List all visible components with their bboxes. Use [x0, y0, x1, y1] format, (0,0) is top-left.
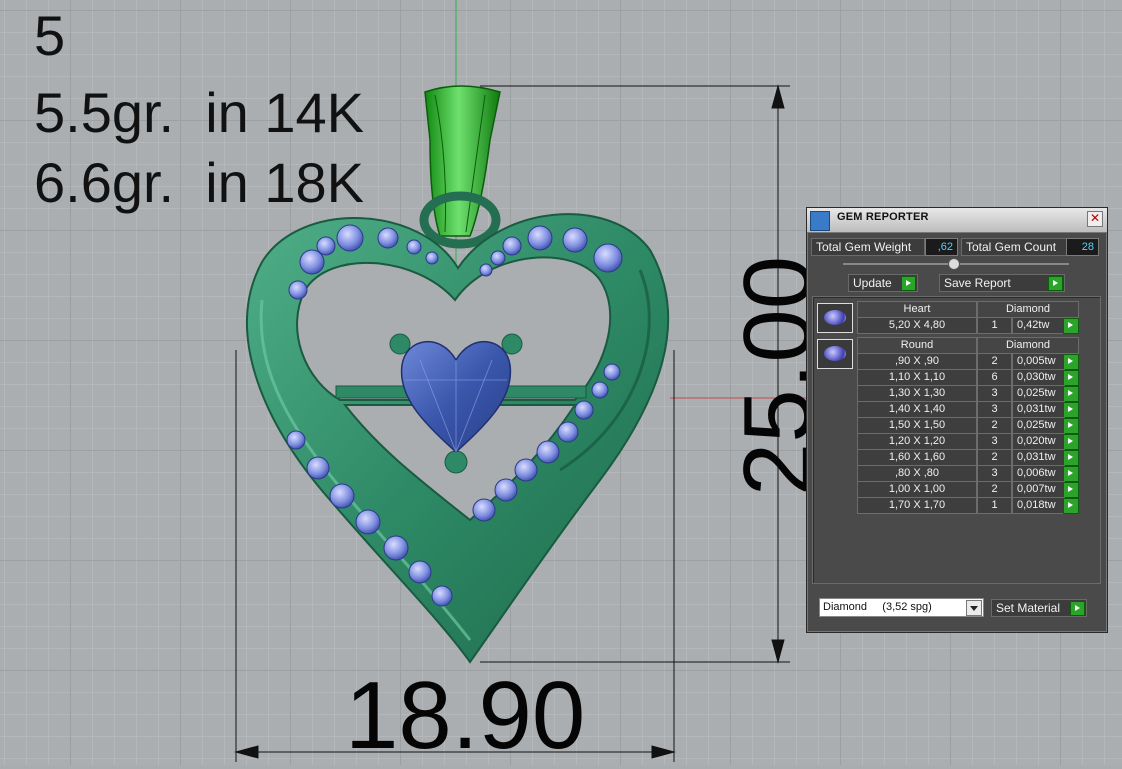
width-dimension: 18.90 — [345, 662, 586, 769]
chevron-down-icon[interactable] — [966, 600, 982, 616]
play-arrow-icon — [1048, 276, 1063, 291]
gem-weight-cell: 0,031tw — [1012, 449, 1065, 466]
gem-size-cell: 5,20 X 4,80 — [857, 317, 977, 334]
play-arrow-icon — [901, 276, 916, 291]
gem-size-cell: 1,60 X 1,60 — [857, 449, 977, 466]
set-material-button[interactable]: Set Material — [991, 599, 1087, 617]
gem-count-cell: 2 — [977, 417, 1012, 434]
weight-18k-label: 6.6gr. in 18K — [34, 151, 365, 214]
gem-weight-cell: 0,006tw — [1012, 465, 1065, 482]
gem-count-cell: 3 — [977, 465, 1012, 482]
gem-count-cell: 3 — [977, 385, 1012, 402]
gem-size-cell: 1,40 X 1,40 — [857, 401, 977, 418]
gem-count-cell: 2 — [977, 449, 1012, 466]
gem-count-cell: 3 — [977, 433, 1012, 450]
gem-weight-cell: 0,020tw — [1012, 433, 1065, 450]
gem-count-cell: 2 — [977, 481, 1012, 498]
gem-reporter-icon — [810, 211, 830, 231]
gem-size-cell: 1,50 X 1,50 — [857, 417, 977, 434]
gem-count-cell: 2 — [977, 353, 1012, 370]
gem-size-cell: 1,20 X 1,20 — [857, 433, 977, 450]
row-select-arrow-icon[interactable] — [1063, 498, 1079, 514]
total-gem-weight-value: ,62 — [925, 238, 958, 256]
panel-titlebar[interactable]: GEM REPORTER ✕ — [807, 208, 1107, 233]
bail — [419, 85, 501, 249]
gem-shape-header: Round — [857, 337, 977, 354]
gem-size-cell: 1,70 X 1,70 — [857, 497, 977, 514]
gem-weight-cell: 0,018tw — [1012, 497, 1065, 514]
total-gem-weight-label: Total Gem Weight — [811, 238, 925, 256]
gem-count-cell: 1 — [977, 497, 1012, 514]
weight-14k-label: 5.5gr. in 14K — [34, 81, 365, 144]
save-report-button[interactable]: Save Report — [939, 274, 1065, 292]
close-icon[interactable]: ✕ — [1087, 211, 1103, 227]
gem-weight-cell: 0,031tw — [1012, 401, 1065, 418]
gem-size-cell: 1,30 X 1,30 — [857, 385, 977, 402]
update-button[interactable]: Update — [848, 274, 918, 292]
slider-handle[interactable] — [948, 258, 960, 270]
gem-weight-cell: 0,42tw — [1012, 317, 1065, 334]
row-select-arrow-icon[interactable] — [1063, 370, 1079, 386]
gem-reporter-panel: GEM REPORTER ✕ Total Gem Weight ,62 Tota… — [806, 207, 1108, 633]
gem-shape — [824, 346, 846, 361]
material-select[interactable]: Diamond (3,52 spg) — [819, 598, 984, 617]
model-number: 5 — [34, 4, 66, 67]
panel-title: GEM REPORTER — [837, 211, 929, 223]
save-report-button-label: Save Report — [944, 276, 1011, 290]
gem-weight-cell: 0,025tw — [1012, 417, 1065, 434]
gem-weight-cell: 0,005tw — [1012, 353, 1065, 370]
gem-count-cell: 6 — [977, 369, 1012, 386]
gem-size-cell: ,90 X ,90 — [857, 353, 977, 370]
update-button-label: Update — [853, 276, 892, 290]
gem-list[interactable]: Heart Diamond 5,20 X 4,80 1 0,42tw Round Diamo… — [812, 296, 1101, 584]
total-gem-count-value: 28 — [1066, 238, 1099, 256]
gem-material-header: Diamond — [977, 301, 1079, 318]
gem-weight-cell: 0,030tw — [1012, 369, 1065, 386]
gem-count-cell: 1 — [977, 317, 1012, 334]
row-select-arrow-icon[interactable] — [1063, 466, 1079, 482]
round-gem-icon[interactable] — [817, 339, 853, 369]
gem-size-cell: 1,00 X 1,00 — [857, 481, 977, 498]
play-arrow-icon — [1070, 601, 1085, 616]
row-select-arrow-icon[interactable] — [1063, 386, 1079, 402]
row-select-arrow-icon[interactable] — [1063, 482, 1079, 498]
heart-gem-icon[interactable] — [817, 303, 853, 333]
row-select-arrow-icon[interactable] — [1063, 450, 1079, 466]
gem-weight-cell: 0,007tw — [1012, 481, 1065, 498]
row-select-arrow-icon[interactable] — [1063, 354, 1079, 370]
gem-weight-cell: 0,025tw — [1012, 385, 1065, 402]
gem-size-cell: 1,10 X 1,10 — [857, 369, 977, 386]
row-select-arrow-icon[interactable] — [1063, 418, 1079, 434]
row-select-arrow-icon[interactable] — [1063, 402, 1079, 418]
row-select-arrow-icon[interactable] — [1063, 318, 1079, 334]
gem-size-cell: ,80 X ,80 — [857, 465, 977, 482]
set-material-button-label: Set Material — [996, 601, 1061, 615]
gem-shape-header: Heart — [857, 301, 977, 318]
gem-material-header: Diamond — [977, 337, 1079, 354]
gem-count-cell: 3 — [977, 401, 1012, 418]
total-gem-count-label: Total Gem Count — [961, 238, 1067, 256]
material-select-value: Diamond (3,52 spg) — [823, 601, 932, 613]
row-select-arrow-icon[interactable] — [1063, 434, 1079, 450]
gem-shape — [824, 310, 846, 325]
